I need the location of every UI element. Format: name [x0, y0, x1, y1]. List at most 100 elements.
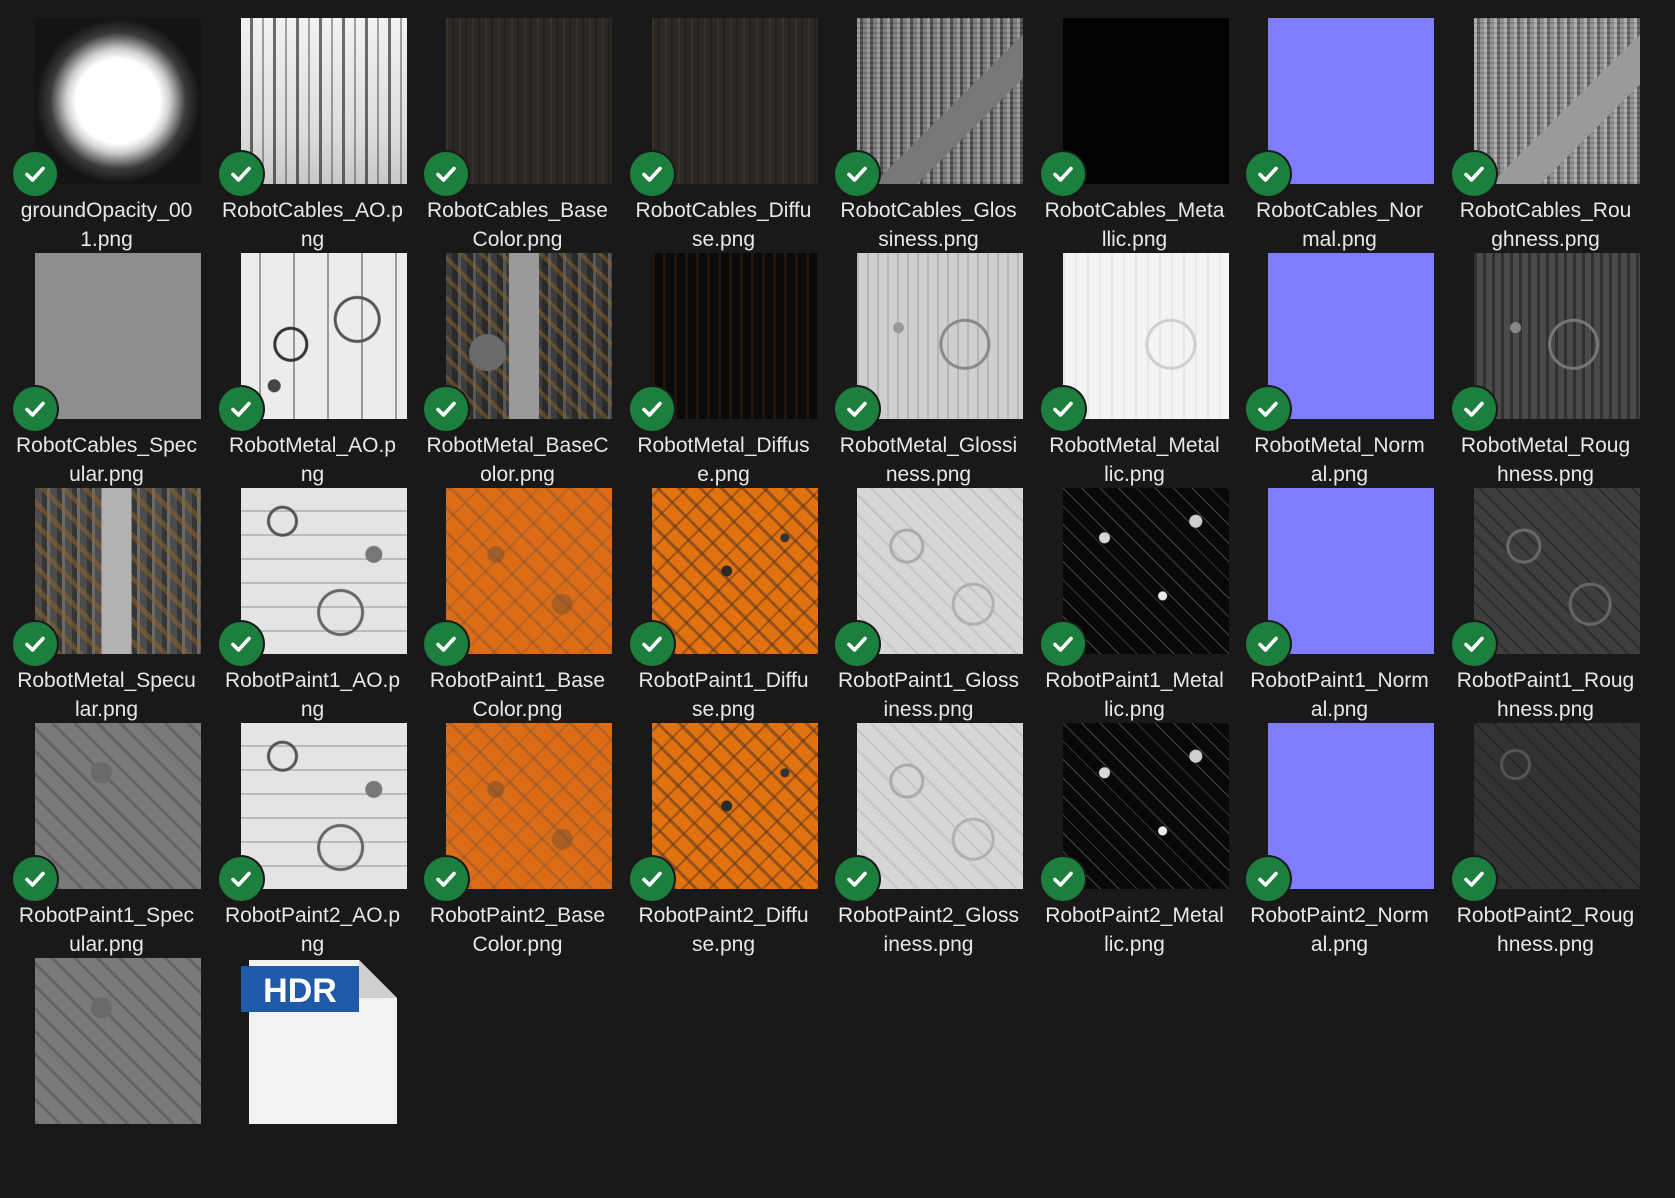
- file-name-line-2: iness.png: [883, 933, 974, 956]
- sync-status-check-icon: [1452, 387, 1496, 431]
- file-item[interactable]: RobotCables_Spec ular.png: [4, 253, 209, 493]
- file-name-line-1: RobotPaint2_Gloss: [838, 904, 1019, 927]
- file-item[interactable]: HDR: [210, 958, 415, 1198]
- file-item[interactable]: RobotPaint2_Metal lic.png: [1032, 723, 1237, 963]
- file-name-line-1: RobotPaint1_Gloss: [838, 669, 1019, 692]
- file-thumbnail: [652, 253, 818, 419]
- file-item[interactable]: RobotPaint1_Spec ular.png: [4, 723, 209, 963]
- file-item[interactable]: RobotMetal_Diffus e.png: [621, 253, 826, 493]
- file-name-line-1: RobotMetal_Specu: [17, 669, 196, 692]
- file-thumbnail: [1063, 18, 1229, 184]
- file-thumbnail: [241, 723, 407, 889]
- file-thumbnail: [446, 253, 612, 419]
- file-name-line-2: se.png: [691, 698, 756, 721]
- file-thumbnail: [446, 488, 612, 654]
- file-name-line-2: llic.png: [1101, 228, 1168, 251]
- file-thumbnail: [35, 723, 201, 889]
- sync-status-check-icon: [1452, 857, 1496, 901]
- file-name-line-2: iness.png: [883, 698, 974, 721]
- file-item[interactable]: RobotMetal_AO.p ng: [210, 253, 415, 493]
- file-item[interactable]: RobotPaint2_Norm al.png: [1237, 723, 1442, 963]
- file-name-line-1: RobotMetal_Glossi: [839, 434, 1018, 457]
- file-thumbnail: [857, 253, 1023, 419]
- sync-status-check-icon: [219, 152, 263, 196]
- file-item[interactable]: RobotMetal_Glossi ness.png: [826, 253, 1031, 493]
- file-item[interactable]: RobotPaint2_Roug hness.png: [1443, 723, 1648, 963]
- file-item[interactable]: RobotMetal_BaseC olor.png: [415, 253, 620, 493]
- file-item[interactable]: RobotPaint1_Base Color.png: [415, 488, 620, 728]
- file-item[interactable]: RobotCables_Meta llic.png: [1032, 18, 1237, 258]
- file-name-line-1: RobotCables_Spec: [16, 434, 197, 457]
- file-thumbnail: [1268, 488, 1434, 654]
- file-name: RobotCables_Meta llic.png: [1032, 196, 1237, 254]
- file-item[interactable]: RobotPaint2_AO.p ng: [210, 723, 415, 963]
- file-name: RobotMetal_Diffus e.png: [621, 431, 826, 489]
- sync-status-check-icon: [1246, 622, 1290, 666]
- file-name-line-1: RobotPaint2_Metal: [1045, 904, 1224, 927]
- file-item[interactable]: RobotPaint2_Diffu se.png: [621, 723, 826, 963]
- file-name-line-2: Color.png: [472, 698, 563, 721]
- file-item[interactable]: RobotMetal_Metal lic.png: [1032, 253, 1237, 493]
- file-item[interactable]: RobotPaint1_Gloss iness.png: [826, 488, 1031, 728]
- file-name: RobotPaint2_Norm al.png: [1237, 901, 1442, 959]
- file-item[interactable]: RobotCables_AO.p ng: [210, 18, 415, 258]
- file-thumbnail: [857, 723, 1023, 889]
- file-item[interactable]: RobotCables_Glos siness.png: [826, 18, 1031, 258]
- sync-status-check-icon: [424, 622, 468, 666]
- file-name-line-1: RobotPaint1_Diffu: [638, 669, 809, 692]
- file-name: RobotPaint1_Norm al.png: [1237, 666, 1442, 724]
- file-thumbnail: [446, 723, 612, 889]
- file-name-line-2: se.png: [691, 228, 756, 251]
- file-item[interactable]: RobotPaint1_Norm al.png: [1237, 488, 1442, 728]
- file-name-line-2: ng: [300, 463, 325, 486]
- file-thumbnail: [1268, 723, 1434, 889]
- sync-status-check-icon: [630, 622, 674, 666]
- file-item[interactable]: RobotPaint1_AO.p ng: [210, 488, 415, 728]
- file-item[interactable]: RobotPaint2_Base Color.png: [415, 723, 620, 963]
- file-thumbnail: [241, 253, 407, 419]
- sync-status-check-icon: [13, 152, 57, 196]
- file-name-line-1: RobotCables_Base: [427, 199, 608, 222]
- file-thumbnail: [1268, 253, 1434, 419]
- file-item[interactable]: RobotCables_Nor mal.png: [1237, 18, 1442, 258]
- file-name-line-2: lar.png: [74, 698, 139, 721]
- file-name-line-1: RobotCables_Rou: [1459, 199, 1632, 222]
- file-item[interactable]: RobotPaint1_Roug hness.png: [1443, 488, 1648, 728]
- file-item[interactable]: RobotMetal_Norm al.png: [1237, 253, 1442, 493]
- sync-status-check-icon: [630, 387, 674, 431]
- sync-status-check-icon: [835, 387, 879, 431]
- file-name-line-1: RobotMetal_Diffus: [637, 434, 810, 457]
- file-thumbnail: [1474, 253, 1640, 419]
- sync-status-check-icon: [1041, 152, 1085, 196]
- file-name: RobotCables_AO.p ng: [210, 196, 415, 254]
- file-name: RobotPaint1_Gloss iness.png: [826, 666, 1031, 724]
- file-name: groundOpacity_00 1.png: [4, 196, 209, 254]
- file-thumbnail: [1268, 18, 1434, 184]
- file-item[interactable]: RobotPaint1_Diffu se.png: [621, 488, 826, 728]
- file-item[interactable]: RobotPaint1_Metal lic.png: [1032, 488, 1237, 728]
- file-item[interactable]: groundOpacity_00 1.png: [4, 18, 209, 258]
- file-name-line-1: RobotMetal_BaseC: [426, 434, 609, 457]
- file-name-line-1: groundOpacity_00: [20, 199, 193, 222]
- file-name-line-2: siness.png: [878, 228, 979, 251]
- file-item[interactable]: RobotCables_Base Color.png: [415, 18, 620, 258]
- file-item[interactable]: [4, 958, 209, 1198]
- file-thumbnail: [35, 958, 201, 1124]
- file-name: RobotCables_Base Color.png: [415, 196, 620, 254]
- file-item[interactable]: RobotPaint2_Gloss iness.png: [826, 723, 1031, 963]
- file-item[interactable]: RobotMetal_Specu lar.png: [4, 488, 209, 728]
- file-name: RobotMetal_Roug hness.png: [1443, 431, 1648, 489]
- file-name-line-1: RobotPaint1_Norm: [1250, 669, 1429, 692]
- file-item[interactable]: RobotCables_Rou ghness.png: [1443, 18, 1648, 258]
- sync-status-check-icon: [424, 387, 468, 431]
- file-name-line-2: mal.png: [1302, 228, 1377, 251]
- file-name: RobotPaint2_Diffu se.png: [621, 901, 826, 959]
- sync-status-check-icon: [630, 152, 674, 196]
- sync-status-check-icon: [1041, 622, 1085, 666]
- file-item[interactable]: RobotMetal_Roug hness.png: [1443, 253, 1648, 493]
- file-name-line-2: hness.png: [1497, 463, 1594, 486]
- file-item[interactable]: RobotCables_Diffu se.png: [621, 18, 826, 258]
- file-name: RobotMetal_Norm al.png: [1237, 431, 1442, 489]
- file-name: RobotMetal_Metal lic.png: [1032, 431, 1237, 489]
- file-name: RobotPaint2_AO.p ng: [210, 901, 415, 959]
